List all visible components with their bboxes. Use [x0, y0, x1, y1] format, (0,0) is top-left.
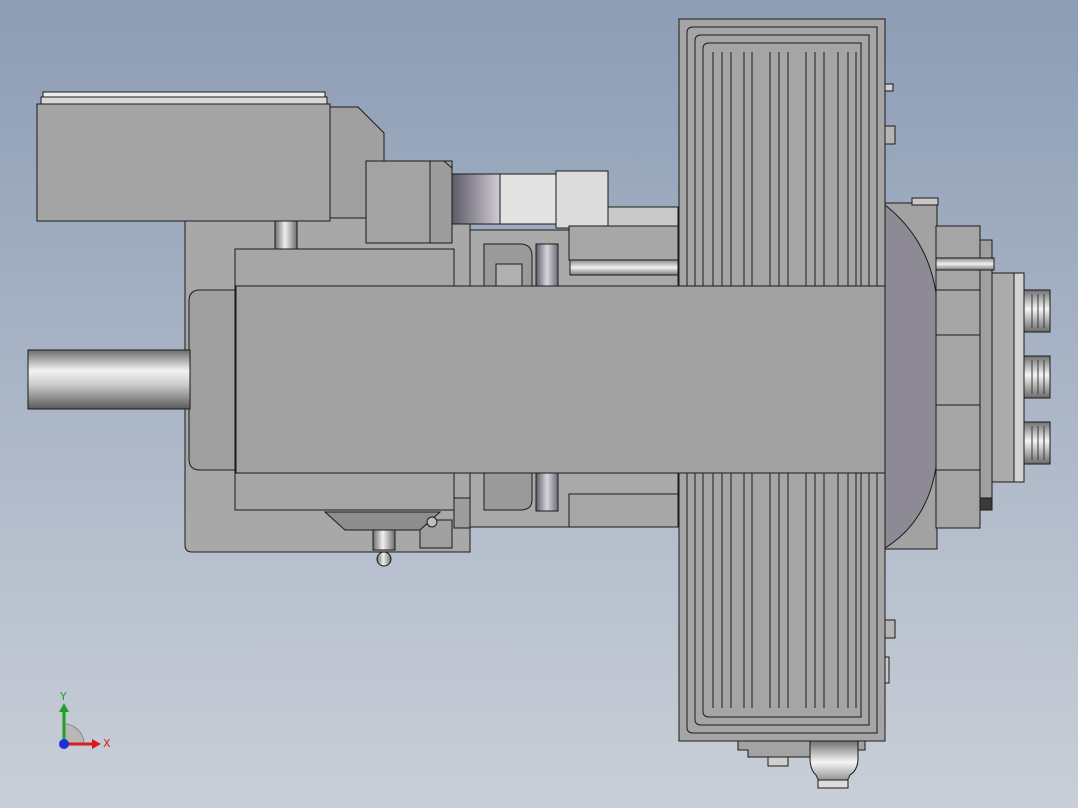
- cad-viewport[interactable]: X Y: [0, 0, 1078, 808]
- input-shaft: [27, 349, 191, 410]
- y-axis-label: Y: [59, 690, 67, 703]
- fin-stack-bottom: [678, 472, 886, 742]
- z-axis-dot: [59, 739, 69, 749]
- cad-section-view[interactable]: X Y: [0, 0, 1078, 808]
- port-fitting-2: [1023, 355, 1051, 399]
- rotor-core: [235, 285, 907, 474]
- port-fitting-1: [1023, 289, 1051, 333]
- fin-stack-top: [678, 18, 886, 287]
- x-axis-label: X: [103, 737, 111, 750]
- rotor-block: [234, 248, 939, 511]
- port-fitting-3: [1023, 421, 1051, 465]
- shaft-seal-upper: [469, 225, 679, 287]
- port-fittings: [1023, 289, 1051, 465]
